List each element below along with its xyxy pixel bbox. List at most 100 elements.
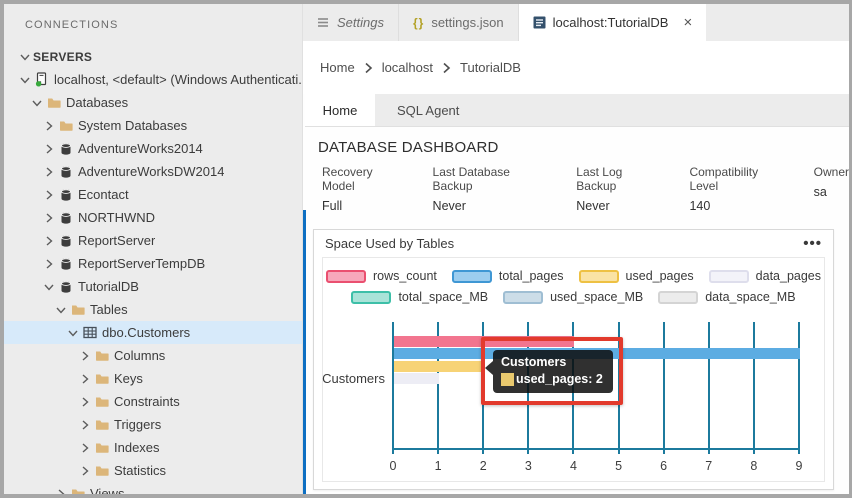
breadcrumb: Home localhost TutorialDB bbox=[303, 41, 849, 94]
editor-tab-bar: Settings {} settings.json localhost:Tuto… bbox=[303, 4, 849, 41]
legend-item-used_pages[interactable]: used_pages bbox=[578, 269, 694, 283]
folder-icon bbox=[93, 441, 110, 454]
chevron-right-icon[interactable] bbox=[40, 235, 57, 247]
legend-label: total_space_MB bbox=[398, 290, 489, 304]
chevron-right-icon[interactable] bbox=[40, 166, 57, 178]
breadcrumb-localhost[interactable]: localhost bbox=[382, 60, 433, 75]
bar-used_pages[interactable] bbox=[394, 360, 485, 372]
legend-label: data_pages bbox=[755, 269, 822, 283]
tree-item-adventureworks2014[interactable]: AdventureWorks2014 bbox=[4, 137, 302, 160]
tree-item-dbo-customers[interactable]: dbo.Customers bbox=[4, 321, 302, 344]
legend-item-data_pages[interactable]: data_pages bbox=[708, 269, 822, 283]
property-value: 140 bbox=[689, 199, 711, 213]
chevron-right-icon[interactable] bbox=[76, 396, 93, 408]
tree-item-databases[interactable]: Databases bbox=[4, 91, 302, 114]
tree-item-constraints[interactable]: Constraints bbox=[4, 390, 302, 413]
tree-item-tutorialdb[interactable]: TutorialDB bbox=[4, 275, 302, 298]
tree-item-label: AdventureWorks2014 bbox=[78, 141, 203, 156]
chevron-right-icon[interactable] bbox=[40, 212, 57, 224]
chevron-right-icon[interactable] bbox=[52, 488, 69, 494]
chevron-down-icon[interactable] bbox=[40, 281, 57, 293]
panel-focus-border[interactable] bbox=[303, 210, 306, 494]
tab-label: localhost:TutorialDB bbox=[552, 15, 669, 30]
chart-container: rows_count total_pages used_pages data_page… bbox=[322, 257, 825, 482]
tree-item-adventureworksdw2014[interactable]: AdventureWorksDW2014 bbox=[4, 160, 302, 183]
tab-settings[interactable]: Settings bbox=[303, 4, 399, 41]
dashboard-title: DATABASE DASHBOARD bbox=[318, 139, 499, 156]
legend-item-data_space_MB[interactable]: data_space_MB bbox=[658, 290, 796, 304]
tree-item-statistics[interactable]: Statistics bbox=[4, 459, 302, 482]
tree-item-label: Indexes bbox=[114, 440, 160, 455]
tree-item-servers[interactable]: SERVERS bbox=[4, 45, 302, 68]
breadcrumb-home[interactable]: Home bbox=[320, 60, 355, 75]
tree-item-triggers[interactable]: Triggers bbox=[4, 413, 302, 436]
tab-label: Settings bbox=[337, 15, 384, 30]
x-axis-tick-label: 2 bbox=[479, 459, 487, 473]
x-axis-tick-label: 8 bbox=[750, 459, 758, 473]
chevron-down-icon[interactable] bbox=[16, 74, 33, 86]
property-label: Owner bbox=[813, 165, 849, 179]
folder-icon bbox=[93, 372, 110, 385]
tree-item-reportserver[interactable]: ReportServer bbox=[4, 229, 302, 252]
server-icon bbox=[33, 72, 50, 87]
breadcrumb-tutorialdb[interactable]: TutorialDB bbox=[460, 60, 521, 75]
chevron-right-icon[interactable] bbox=[76, 465, 93, 477]
chevron-right-icon[interactable] bbox=[40, 258, 57, 270]
chevron-down-icon[interactable] bbox=[64, 327, 81, 339]
folder-icon bbox=[57, 119, 74, 132]
tree-item-keys[interactable]: Keys bbox=[4, 367, 302, 390]
legend-swatch-icon bbox=[658, 290, 699, 304]
database-icon bbox=[57, 280, 74, 294]
legend-label: data_space_MB bbox=[705, 290, 796, 304]
tree-item-localhost-default-windows-authenticati[interactable]: localhost, <default> (Windows Authentica… bbox=[4, 68, 302, 91]
tree-item-reportservertempdb[interactable]: ReportServerTempDB bbox=[4, 252, 302, 275]
tree-item-tables[interactable]: Tables bbox=[4, 298, 302, 321]
dashboard-tab-sql-agent[interactable]: SQL Agent bbox=[375, 94, 481, 126]
chevron-right-icon[interactable] bbox=[40, 120, 57, 132]
legend-label: used_space_MB bbox=[550, 290, 644, 304]
tree-item-columns[interactable]: Columns bbox=[4, 344, 302, 367]
tree-item-views[interactable]: Views bbox=[4, 482, 302, 494]
tree-item-label: Columns bbox=[114, 348, 166, 363]
tree-item-indexes[interactable]: Indexes bbox=[4, 436, 302, 459]
tree-item-system-databases[interactable]: System Databases bbox=[4, 114, 302, 137]
bar-data_pages[interactable] bbox=[394, 373, 440, 385]
tab-settings-json[interactable]: {} settings.json bbox=[399, 4, 519, 41]
chevron-right-icon[interactable] bbox=[76, 442, 93, 454]
dashboard-tab-home[interactable]: Home bbox=[305, 94, 375, 126]
chevron-down-icon[interactable] bbox=[28, 97, 45, 109]
folder-icon bbox=[69, 487, 86, 494]
gridline bbox=[752, 322, 755, 454]
property-value: Never bbox=[576, 199, 610, 213]
y-axis-category-label: Customers bbox=[322, 371, 385, 386]
chevron-right-icon[interactable] bbox=[76, 350, 93, 362]
database-icon bbox=[57, 188, 74, 202]
legend-item-rows_count[interactable]: rows_count bbox=[325, 269, 437, 283]
chevron-right-icon[interactable] bbox=[76, 373, 93, 385]
chevron-right-icon[interactable] bbox=[40, 189, 57, 201]
tree-item-econtact[interactable]: Econtact bbox=[4, 183, 302, 206]
legend-item-total_space_MB[interactable]: total_space_MB bbox=[351, 290, 488, 304]
servers-tree: SERVERS localhost, <default> (Windows Aut… bbox=[4, 45, 302, 494]
database-icon bbox=[57, 234, 74, 248]
legend-item-total_pages[interactable]: total_pages bbox=[451, 269, 564, 283]
chevron-right-icon[interactable] bbox=[76, 419, 93, 431]
chevron-down-icon[interactable] bbox=[16, 51, 33, 63]
tab-localhost-tutorialdb[interactable]: localhost:TutorialDB × bbox=[518, 4, 707, 41]
database-icon bbox=[57, 165, 74, 179]
tree-item-label: Views bbox=[90, 486, 125, 494]
property-value: Never bbox=[432, 199, 466, 213]
tree-item-northwnd[interactable]: NORTHWND bbox=[4, 206, 302, 229]
dashboard-tab-strip: Home SQL Agent bbox=[305, 94, 849, 127]
legend-item-used_space_MB[interactable]: used_space_MB bbox=[503, 290, 643, 304]
gridline bbox=[707, 322, 710, 454]
editor-area: Settings {} settings.json localhost:Tuto… bbox=[303, 4, 849, 494]
close-icon[interactable]: × bbox=[683, 15, 692, 30]
tree-item-label: Databases bbox=[66, 95, 129, 110]
legend-swatch-icon bbox=[351, 290, 392, 304]
chevron-down-icon[interactable] bbox=[52, 304, 69, 316]
property-label: Compatibility Level bbox=[689, 165, 759, 193]
property-owner: Owner sa bbox=[814, 165, 849, 213]
chevron-right-icon[interactable] bbox=[40, 143, 57, 155]
ellipsis-menu-icon[interactable]: ••• bbox=[803, 236, 822, 251]
